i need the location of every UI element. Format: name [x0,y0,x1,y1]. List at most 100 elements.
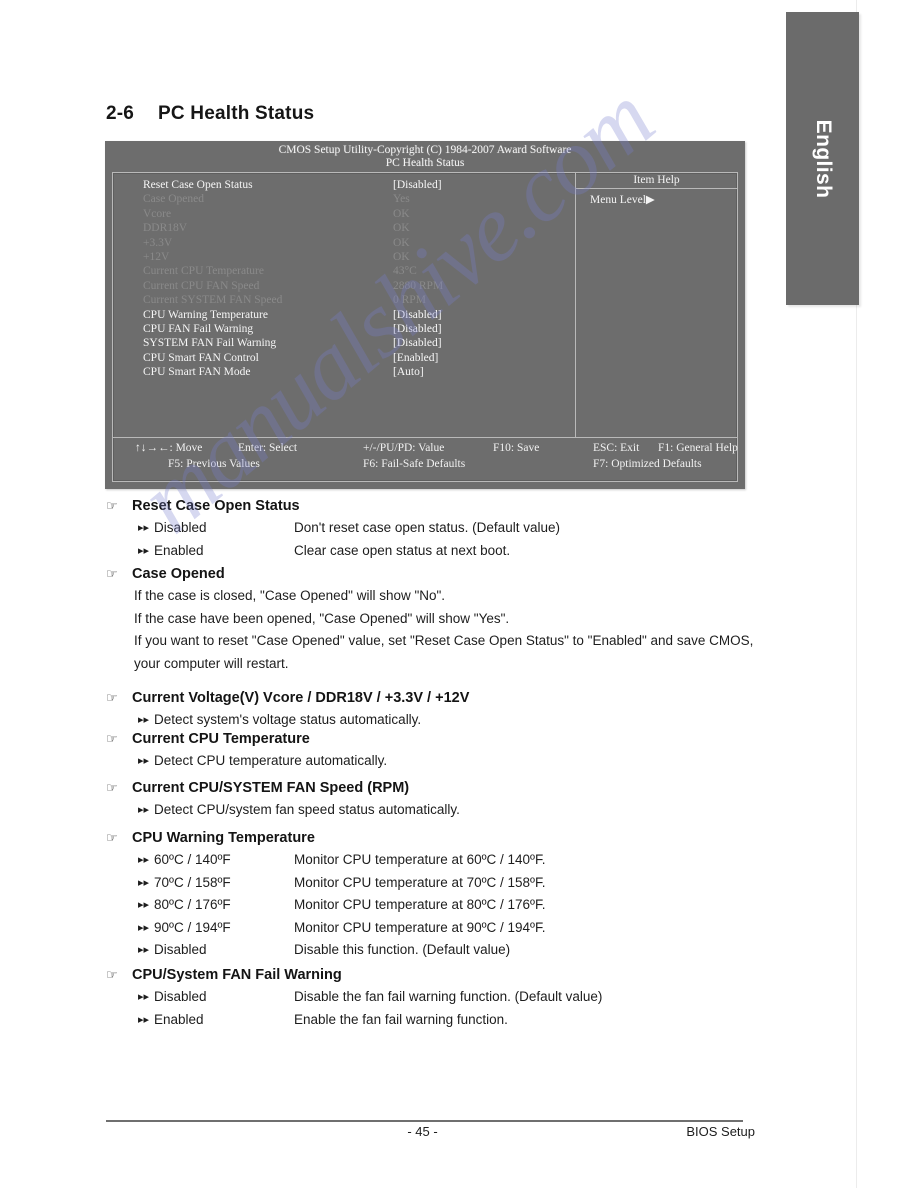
bios-setting-value: [Disabled] [393,323,442,336]
bios-key-hint: F7: Optimized Defaults [593,458,702,470]
section-heading-text: Current CPU/SYSTEM FAN Speed (RPM) [132,780,410,796]
option-row: ▸▸ 90ºC / 194ºF Monitor CPU temperature at… [106,917,766,940]
option-description: Monitor CPU temperature at 80ºC / 176ºF. [294,897,546,912]
section-title-text: PC Health Status [158,103,315,124]
bios-key-hint: F10: Save [493,442,540,454]
bios-setting-label: Case Opened [143,193,204,206]
option-description: Disable this function. (Default value) [294,942,511,957]
section-heading-text: Current Voltage(V) Vcore / DDR18V / +3.3… [132,690,470,706]
bios-setting-row[interactable]: Reset Case Open Status [Disabled] [143,178,575,192]
bios-item-help-panel: Item Help Menu Level▶ [575,173,737,437]
paragraph: If you want to reset "Case Opened" value… [134,633,754,671]
option-row: ▸▸ Enabled Clear case open status at next … [106,540,766,563]
bios-settings-list: Reset Case Open Status [Disabled] Case Ope… [113,173,575,437]
bios-setting-value: [Auto] [393,366,424,379]
bios-setting-value: [Enabled] [393,351,439,364]
double-arrow-icon: ▸▸ [138,713,150,726]
option-row: ▸▸ Disabled Disable the fan fail warning f… [106,986,766,1009]
double-arrow-icon: ▸▸ [138,920,150,934]
pointing-hand-icon: ☞ [106,968,118,983]
manual-section: ☞ Current CPU Temperature ▸▸ Detect CPU tem… [106,731,766,773]
bios-setting-row[interactable]: Current SYSTEM FAN Speed 0 RPM [143,293,575,307]
section-heading-text: Current CPU Temperature [132,731,310,747]
bios-setting-row[interactable]: CPU Smart FAN Mode [Auto] [143,365,575,379]
page-title: 2-6 PC Health Status [106,103,314,125]
option-name: Disabled [154,520,207,535]
pointing-hand-icon: ☞ [106,831,118,846]
paragraph: If the case is closed, "Case Opened" wil… [134,588,446,603]
pointing-hand-icon: ☞ [106,691,118,706]
section-heading-text: Reset Case Open Status [132,498,300,514]
bios-setting-row[interactable]: DDR18V OK [143,221,575,235]
bios-setting-row[interactable]: +3.3V OK [143,236,575,250]
double-arrow-icon: ▸▸ [138,543,150,557]
option-name: Enabled [154,1011,204,1027]
section-heading: ☞ Reset Case Open Status [106,498,766,514]
bios-setting-label: Current CPU FAN Speed [143,279,260,292]
option-name: Detect system's voltage status automatic… [154,712,422,727]
bios-frame: Reset Case Open Status [Disabled] Case Ope… [112,172,738,482]
bios-setting-value: [Disabled] [393,337,442,350]
bios-setting-label: +12V [143,251,170,264]
option-name: Detect CPU temperature automatically. [154,753,388,768]
paragraph: If the case have been opened, "Case Open… [134,610,510,626]
section-heading: ☞ Current Voltage(V) Vcore / DDR18V / +3.… [106,690,766,706]
bios-key-hint: F5: Previous Values [168,458,260,470]
bios-setting-row[interactable]: SYSTEM FAN Fail Warning [Disabled] [143,336,575,350]
option-description: Monitor CPU temperature at 60ºC / 140ºF. [294,852,546,867]
bios-setting-value: 0 RPM [393,294,426,307]
double-arrow-icon: ▸▸ [138,943,150,956]
pointing-hand-icon: ☞ [106,732,118,747]
option-name: Enabled [154,542,204,558]
bios-setting-row[interactable]: Current CPU FAN Speed 2880 RPM [143,279,575,293]
double-arrow-icon: ▸▸ [138,990,150,1003]
section-heading-text: CPU/System FAN Fail Warning [132,967,342,983]
option-row: ▸▸ Detect CPU temperature automatically. [106,750,766,773]
bios-body: Reset Case Open Status [Disabled] Case Ope… [113,173,737,437]
option-name: 80ºC / 176ºF [154,897,231,912]
bios-setting-value: OK [393,236,410,249]
pointing-hand-icon: ☞ [106,567,118,582]
section-heading: ☞ Current CPU/SYSTEM FAN Speed (RPM) [106,780,766,796]
bios-setting-label: CPU Smart FAN Control [143,351,259,364]
bios-setting-label: SYSTEM FAN Fail Warning [143,337,277,350]
option-row: ▸▸ Disabled Disable this function. (Defaul… [106,939,766,962]
option-description: Clear case open status at next boot. [294,542,511,558]
bios-setting-row[interactable]: CPU Smart FAN Control [Enabled] [143,351,575,365]
bios-key-hint: F1: General Help [658,442,738,454]
bios-setting-value: [Disabled] [393,179,442,191]
double-arrow-icon: ▸▸ [138,803,150,816]
bios-setting-label: Reset Case Open Status [143,179,253,191]
language-tab-english: English [786,12,859,305]
option-name: 60ºC / 140ºF [154,852,231,867]
bios-setting-row[interactable]: Vcore OK [143,207,575,221]
bios-setting-row[interactable]: Current CPU Temperature 43°C [143,264,575,278]
double-arrow-icon: ▸▸ [138,1012,150,1026]
option-row: ▸▸ 80ºC / 176ºF Monitor CPU temperature at… [106,894,766,917]
bios-key-hint: ESC: Exit [593,442,640,454]
bios-setting-row[interactable]: +12V OK [143,250,575,264]
pointing-hand-icon: ☞ [106,781,118,796]
bios-setting-value: OK [393,222,410,235]
bios-header: CMOS Setup Utility-Copyright (C) 1984-20… [105,141,745,170]
double-arrow-icon: ▸▸ [138,853,150,866]
bios-setting-label: Current SYSTEM FAN Speed [143,294,283,307]
double-arrow-icon: ▸▸ [138,521,150,534]
bios-setting-label: CPU Smart FAN Mode [143,366,251,379]
option-row: ▸▸ Disabled Don't reset case open status. … [106,517,766,540]
option-row: ▸▸ 60ºC / 140ºF Monitor CPU temperature at… [106,849,766,872]
bios-setting-label: Current CPU Temperature [143,265,264,278]
double-arrow-icon: ▸▸ [138,898,150,911]
bios-setting-row[interactable]: Case Opened Yes [143,192,575,206]
option-description: Enable the fan fail warning function. [294,1011,508,1027]
bios-setting-label: CPU Warning Temperature [143,308,268,321]
bios-setting-row[interactable]: CPU FAN Fail Warning [Disabled] [143,322,575,336]
double-arrow-icon: ▸▸ [138,875,150,889]
option-name: 70ºC / 158ºF [154,874,231,890]
language-tab-label: English [811,119,835,198]
option-name: Detect CPU/system fan speed status autom… [154,802,460,817]
bios-key-legend-row-2: F5: Previous Values F6: Fail-Safe Default… [113,458,737,474]
bios-setting-row[interactable]: CPU Warning Temperature [Disabled] [143,308,575,322]
manual-section: ☞ Current CPU/SYSTEM FAN Speed (RPM) ▸▸ Det… [106,780,766,822]
section-number: 2-6 [106,103,135,124]
